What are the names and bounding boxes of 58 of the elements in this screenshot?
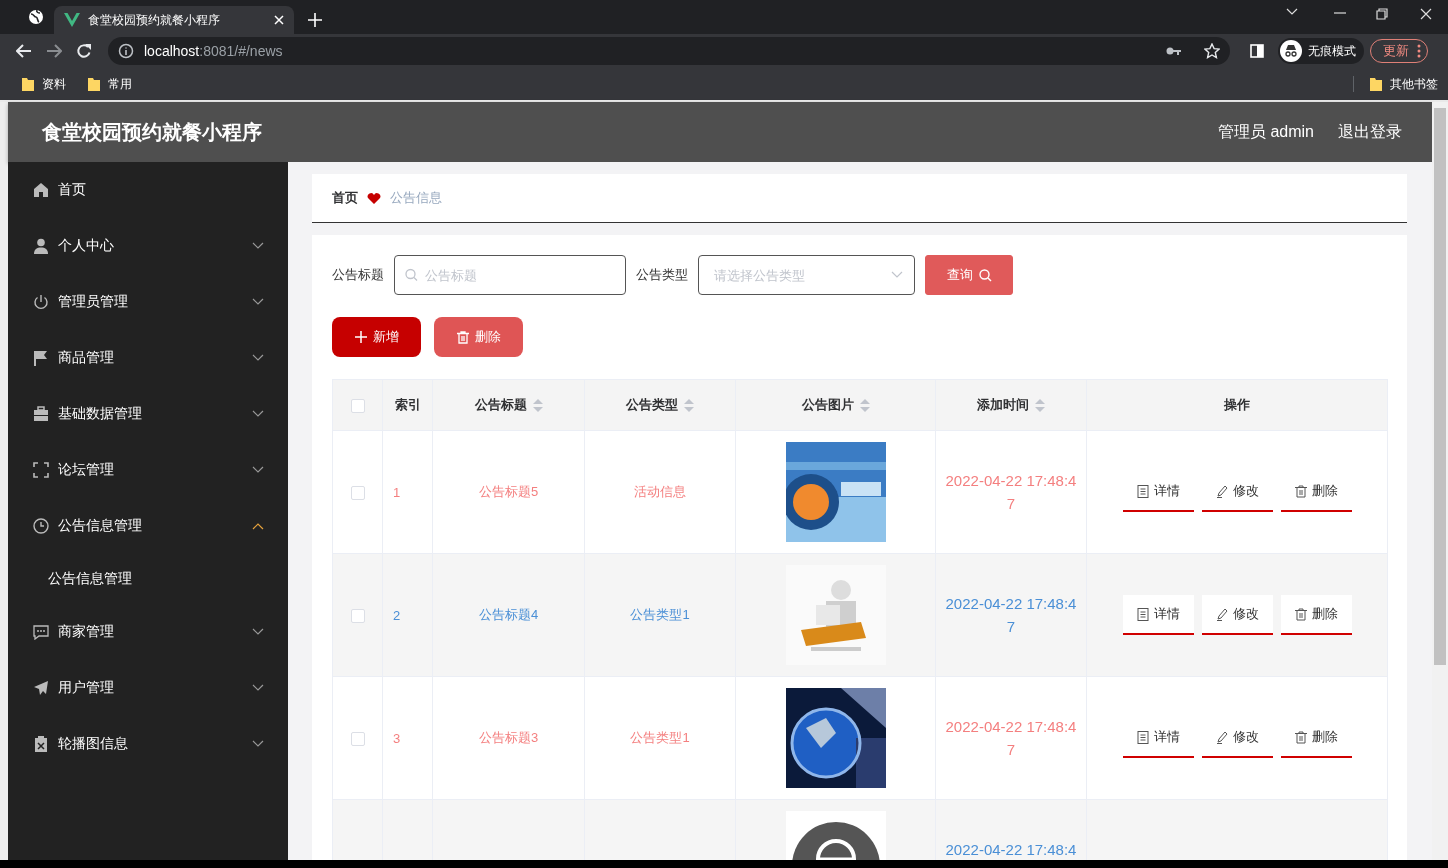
details-button[interactable]: 详情 [1122, 472, 1194, 512]
field-label: 公告标题 [332, 266, 384, 284]
notice-title: 公告标题4 [478, 607, 539, 622]
notice-type: 公告类型1 [630, 607, 690, 622]
search-field[interactable]: 公告标题 [394, 255, 626, 295]
delete-button[interactable]: 删除 [1280, 595, 1352, 635]
bookmark[interactable]: 资料 [22, 75, 66, 93]
row-index: 2 [393, 607, 401, 623]
user-label: 管理员 admin [1217, 121, 1314, 142]
url-text: localhost:8081/#/news [144, 43, 284, 59]
timestamp: 2022-04-22 17:48:4 [945, 840, 1077, 860]
submenu-item[interactable]: 公告信息管理 [8, 554, 288, 604]
address-bar[interactable]: localhost:8081/#/news [108, 37, 1230, 65]
menu-item[interactable]: 基础数据管理 [8, 386, 288, 442]
menu-item[interactable]: 个人中心 [8, 218, 288, 274]
logout-link[interactable]: 退出登录 [1338, 121, 1402, 143]
notice-title: 公告标题3 [478, 730, 539, 745]
column-header: 操作 [1224, 396, 1250, 414]
sortable-header[interactable]: 公告类型 [626, 396, 678, 414]
details-button[interactable]: 详情 [1122, 595, 1194, 635]
sortable-header[interactable]: 公告图片 [801, 396, 854, 414]
bookmark[interactable]: 常用 [88, 75, 132, 93]
row-index: 3 [393, 730, 401, 746]
timestamp: 2022-04-22 17:48:47 [945, 717, 1077, 760]
edit-button[interactable]: 修改 [1201, 595, 1273, 635]
delete-button[interactable]: 删除 [434, 317, 523, 357]
breadcrumb-link[interactable]: 首页 [332, 189, 358, 207]
menu-item[interactable]: 用户管理 [8, 660, 288, 716]
delete-button[interactable]: 删除 [1280, 718, 1352, 758]
sortable-header[interactable]: 添加时间 [977, 396, 1029, 414]
menu-item[interactable]: 商家管理 [8, 604, 288, 660]
app-title: 食堂校园预约就餐小程序 [42, 119, 263, 145]
type-select[interactable]: 请选择公告类型 [698, 255, 915, 295]
edit-button[interactable]: 修改 [1201, 472, 1273, 512]
notice-type: 活动信息 [634, 484, 686, 499]
menu-item[interactable]: 轮播图信息 [8, 716, 288, 772]
bookmark[interactable]: 其他书签 [1370, 75, 1438, 93]
sortable-header[interactable]: 公告标题 [474, 396, 527, 414]
timestamp: 2022-04-22 17:48:47 [945, 471, 1077, 514]
query-button[interactable]: 查询 [925, 255, 1013, 295]
menu-item[interactable]: 公告信息管理 [8, 498, 288, 554]
menu-item[interactable]: 商品管理 [8, 330, 288, 386]
menu-item[interactable]: 首页 [8, 162, 288, 218]
menu-item[interactable]: 论坛管理 [8, 442, 288, 498]
breadcrumb-current: 公告信息 [390, 189, 442, 207]
menu-item[interactable]: 管理员管理 [8, 274, 288, 330]
field-label: 公告类型 [636, 266, 688, 284]
browser-tab[interactable]: 食堂校园预约就餐小程序 [54, 6, 294, 34]
delete-button[interactable]: 删除 [1280, 472, 1352, 512]
incognito-badge[interactable]: 无痕模式 [1278, 38, 1364, 64]
edit-button[interactable]: 修改 [1201, 718, 1273, 758]
notice-title: 公告标题5 [478, 484, 539, 499]
notice-type: 公告类型1 [630, 730, 690, 745]
column-header: 索引 [394, 396, 421, 414]
details-button[interactable]: 详情 [1122, 718, 1194, 758]
row-index: 1 [393, 484, 401, 500]
timestamp: 2022-04-22 17:48:47 [945, 594, 1077, 637]
add-button[interactable]: 新增 [332, 317, 421, 357]
